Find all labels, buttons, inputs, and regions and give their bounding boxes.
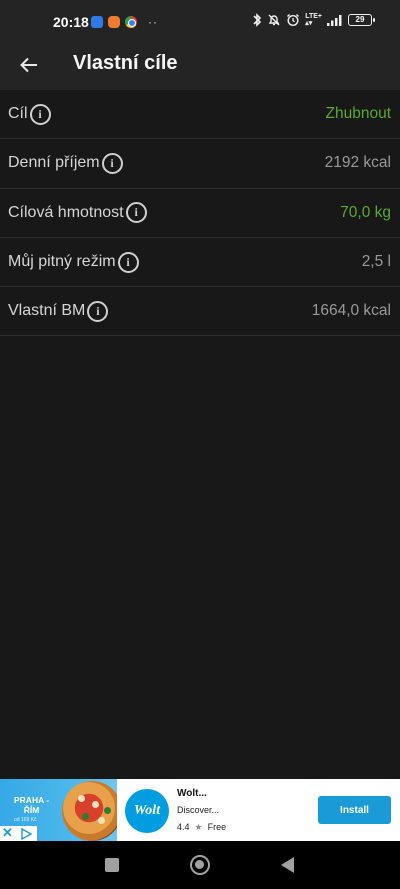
back-button[interactable] xyxy=(14,50,44,80)
bluetooth-icon xyxy=(253,13,262,27)
row-value[interactable]: 2,5 l xyxy=(362,253,391,271)
battery-icon: 29 xyxy=(348,14,375,26)
info-icon[interactable]: i xyxy=(125,202,147,224)
row-label: Cílová hmotnost xyxy=(8,203,124,221)
ad-close-icon[interactable]: ✕ xyxy=(0,826,15,841)
row-value[interactable]: 70,0 kg xyxy=(340,204,391,222)
alarm-icon xyxy=(287,14,300,27)
home-icon[interactable] xyxy=(190,855,210,875)
more-notifications-icon: ·· xyxy=(148,15,158,29)
custom-bmr-row[interactable]: Vlastní BM i 1664,0 kcal xyxy=(0,287,400,337)
system-nav-bar xyxy=(0,841,400,889)
network-type: LTE+ ▴▾ xyxy=(305,13,322,27)
ad-rating: 4.4 xyxy=(177,822,190,832)
arrow-left-icon xyxy=(20,57,37,73)
ad-image-subtitle: od 169 Kč xyxy=(14,817,37,823)
ad-image-title: PRAHA - ŘÍM xyxy=(14,795,50,815)
message-icon xyxy=(91,16,103,28)
ad-app-name[interactable]: Wolt... xyxy=(177,788,207,799)
recents-icon[interactable] xyxy=(105,858,119,872)
mute-icon xyxy=(268,14,280,26)
ad-price: Free xyxy=(207,822,227,832)
page-title: Vlastní cíle xyxy=(73,52,178,74)
row-label: Cíl xyxy=(8,105,28,123)
drinking-regime-row[interactable]: Můj pitný režim i 2,5 l xyxy=(0,238,400,288)
row-label: Denní příjem xyxy=(8,154,100,172)
notification-icons: ·· xyxy=(91,15,158,29)
daily-intake-row[interactable]: Denní příjem i 2192 kcal xyxy=(0,139,400,189)
chrome-icon xyxy=(125,16,137,28)
app-notification-icon xyxy=(108,16,120,28)
wolt-logo[interactable]: Wolt xyxy=(125,789,169,833)
ad-meta: 4.4 ★ Free xyxy=(177,822,226,833)
row-label: Vlastní BM xyxy=(8,302,86,320)
system-icons: LTE+ ▴▾ 29 xyxy=(252,13,375,27)
status-bar: 20:18 ·· LTE+ ▴▾ 29 xyxy=(0,0,400,42)
star-icon: ★ xyxy=(194,822,203,832)
pizza-image xyxy=(62,781,117,841)
info-icon[interactable]: i xyxy=(117,251,139,273)
goals-list: Cíl i Zhubnout Denní příjem i 2192 kcal … xyxy=(0,90,400,337)
status-time: 20:18 xyxy=(53,14,89,30)
signal-icon xyxy=(327,15,342,26)
back-triangle-icon[interactable] xyxy=(281,857,294,873)
row-value[interactable]: 1664,0 kcal xyxy=(312,302,391,320)
install-button[interactable]: Install xyxy=(318,796,391,824)
info-icon[interactable]: i xyxy=(87,300,109,322)
ad-choices-icon[interactable] xyxy=(15,826,37,841)
info-icon[interactable]: i xyxy=(101,152,123,174)
app-bar: Vlastní cíle xyxy=(0,42,400,90)
target-weight-row[interactable]: Cílová hmotnost i 70,0 kg xyxy=(0,189,400,238)
ad-banner[interactable]: PRAHA - ŘÍM od 169 Kč ✕ Wolt Wolt... Dis… xyxy=(0,779,400,841)
row-value[interactable]: Zhubnout xyxy=(326,105,392,123)
ad-description: Discover... xyxy=(177,805,220,815)
goal-row[interactable]: Cíl i Zhubnout xyxy=(0,90,400,140)
info-icon[interactable]: i xyxy=(29,103,51,125)
row-label: Můj pitný režim xyxy=(8,253,116,271)
row-value[interactable]: 2192 kcal xyxy=(325,154,391,172)
